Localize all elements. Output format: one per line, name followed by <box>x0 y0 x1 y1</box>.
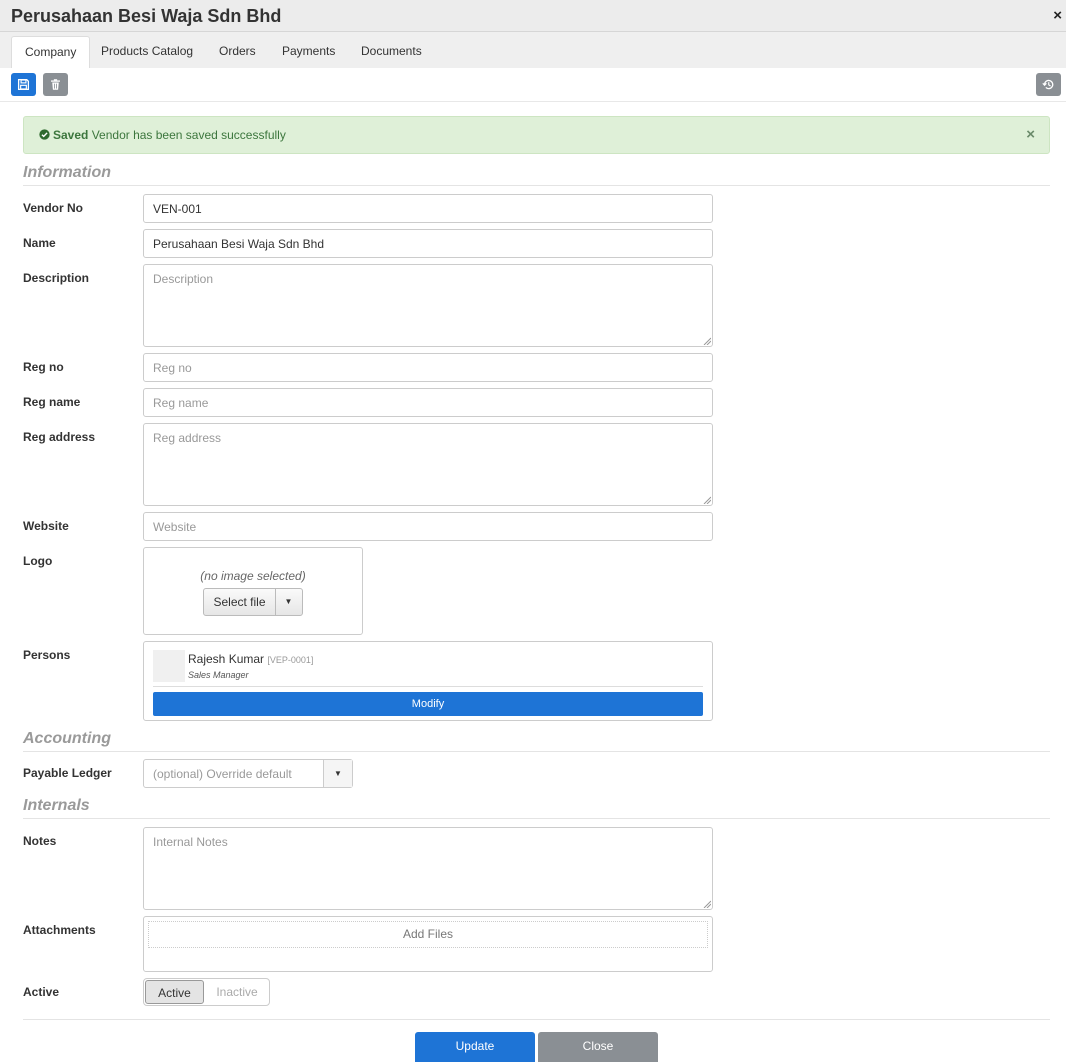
person-name-text: Rajesh Kumar <box>188 652 265 666</box>
tab-products-catalog[interactable]: Products Catalog <box>88 36 206 68</box>
history-button[interactable] <box>1036 73 1061 96</box>
history-icon <box>1042 79 1054 90</box>
notes-textarea[interactable]: Internal Notes <box>143 827 713 910</box>
section-internals: Internals <box>23 797 1050 819</box>
resize-handle-icon[interactable] <box>703 496 711 504</box>
description-placeholder: Description <box>153 272 214 286</box>
tab-bar: Company Products Catalog Orders Payments… <box>0 32 1066 68</box>
section-internals-title: Internals <box>23 797 90 814</box>
name-input[interactable]: Perusahaan Besi Waja Sdn Bhd <box>143 229 713 258</box>
description-label: Description <box>23 271 90 285</box>
tab-documents[interactable]: Documents <box>348 36 435 68</box>
payable-ledger-placeholder: (optional) Override default <box>153 767 292 781</box>
window-title: Perusahaan Besi Waja Sdn Bhd <box>11 6 282 26</box>
save-button[interactable] <box>11 73 36 96</box>
persons-box: Rajesh Kumar [VEP-0001] Sales Manager Mo… <box>143 641 713 721</box>
logo-label: Logo <box>23 554 53 568</box>
name-label: Name <box>23 236 56 250</box>
alert-message: Vendor has been saved successfully <box>91 128 286 142</box>
section-accounting-title: Accounting <box>23 730 111 747</box>
alert-close-icon[interactable]: × <box>1026 126 1035 143</box>
attachments-label: Attachments <box>23 923 96 937</box>
check-circle-icon <box>39 129 50 140</box>
select-file-button-group: Select file ▼ <box>203 588 303 616</box>
attachments-dropzone: Add Files <box>143 916 713 972</box>
persons-label: Persons <box>23 648 71 662</box>
delete-button[interactable] <box>43 73 68 96</box>
vendor-no-input[interactable]: VEN-001 <box>143 194 713 223</box>
close-button[interactable]: Close <box>538 1032 658 1062</box>
modify-button[interactable]: Modify <box>153 692 703 716</box>
reg-no-input[interactable]: Reg no <box>143 353 713 382</box>
payable-ledger-label: Payable Ledger <box>23 766 112 780</box>
caret-down-icon[interactable]: ▼ <box>323 760 352 787</box>
section-information: Information <box>23 164 1050 186</box>
description-textarea[interactable]: Description <box>143 264 713 347</box>
notes-label: Notes <box>23 834 57 848</box>
footer-divider <box>23 1019 1050 1020</box>
reg-address-textarea[interactable]: Reg address <box>143 423 713 506</box>
section-information-title: Information <box>23 164 111 181</box>
reg-address-placeholder: Reg address <box>153 431 222 445</box>
payable-ledger-select[interactable]: (optional) Override default ▼ <box>143 759 353 788</box>
resize-handle-icon[interactable] <box>703 337 711 345</box>
no-image-text: (no image selected) <box>200 569 306 583</box>
logo-upload-box: (no image selected) Select file ▼ <box>143 547 363 635</box>
website-label: Website <box>23 519 69 533</box>
resize-handle-icon[interactable] <box>703 900 711 908</box>
inactive-option[interactable]: Inactive <box>206 980 268 1004</box>
add-files-button[interactable]: Add Files <box>148 921 708 948</box>
reg-address-label: Reg address <box>23 430 96 444</box>
vendor-no-label: Vendor No <box>23 201 84 215</box>
window-close-icon[interactable]: × <box>1053 7 1062 24</box>
section-accounting: Accounting <box>23 730 1050 752</box>
avatar <box>153 650 185 682</box>
tab-orders[interactable]: Orders <box>206 36 269 68</box>
alert-text: Saved Vendor has been saved successfully <box>39 128 286 142</box>
reg-no-label: Reg no <box>23 360 64 374</box>
reg-name-input[interactable]: Reg name <box>143 388 713 417</box>
update-button[interactable]: Update <box>415 1032 535 1062</box>
select-file-button[interactable]: Select file <box>204 589 276 615</box>
caret-down-icon[interactable]: ▼ <box>275 589 302 615</box>
toolbar <box>0 68 1066 102</box>
tab-company[interactable]: Company <box>11 36 91 68</box>
active-label: Active <box>23 985 60 999</box>
alert-strong: Saved <box>53 128 89 142</box>
active-toggle: Active Inactive <box>143 978 270 1006</box>
person-code: [VEP-0001] <box>267 655 314 665</box>
active-option[interactable]: Active <box>145 980 204 1004</box>
notes-placeholder: Internal Notes <box>153 835 228 849</box>
trash-icon <box>51 79 60 90</box>
divider <box>153 686 703 687</box>
save-icon <box>17 78 30 91</box>
success-alert: Saved Vendor has been saved successfully… <box>23 116 1050 154</box>
person-role: Sales Manager <box>188 670 249 680</box>
tab-payments[interactable]: Payments <box>269 36 348 68</box>
person-name[interactable]: Rajesh Kumar [VEP-0001] <box>188 652 313 666</box>
reg-name-label: Reg name <box>23 395 81 409</box>
website-input[interactable]: Website <box>143 512 713 541</box>
window-titlebar: Perusahaan Besi Waja Sdn Bhd × <box>0 0 1066 32</box>
